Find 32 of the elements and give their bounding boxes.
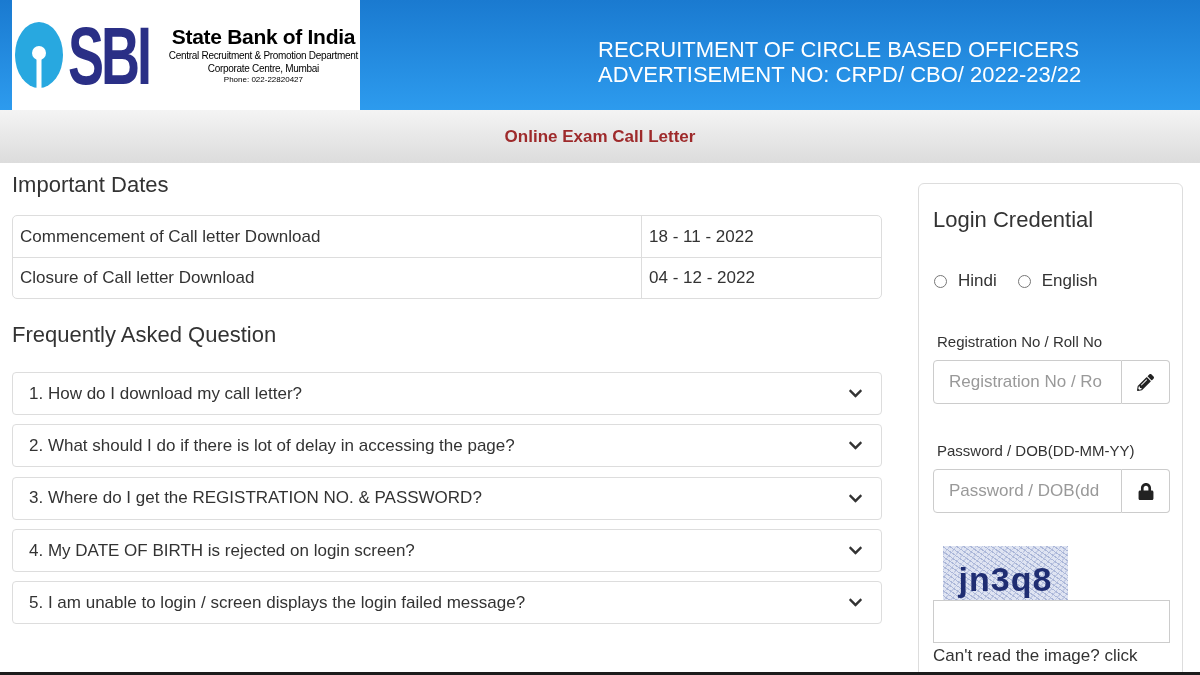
keyhole-emblem-icon bbox=[15, 22, 63, 88]
table-cell: Commencement of Call letter Download bbox=[13, 216, 642, 257]
captcha-input[interactable] bbox=[933, 600, 1170, 643]
section-heading: Important Dates bbox=[12, 172, 170, 198]
field-label: Password / DOB(DD-MM-YY) bbox=[937, 442, 1136, 460]
help-text: Can't read the image? click bbox=[933, 646, 1139, 666]
department-name: Central Recruitment & Promotion Department bbox=[168, 49, 358, 62]
pencil-icon bbox=[1137, 373, 1154, 391]
faq-item[interactable]: 3. Where do I get the REGISTRATION NO. & PASSWORD? bbox=[12, 476, 882, 520]
logo-wordmark: SBI bbox=[68, 14, 150, 96]
section-heading: Frequently Asked Question bbox=[12, 322, 278, 348]
table-cell-text: 04 - 12 - 2022 bbox=[648, 267, 756, 290]
radio-label: English bbox=[1041, 270, 1098, 293]
faq-item[interactable]: 1. How do I download my call letter? bbox=[12, 372, 882, 415]
faq-item[interactable]: 5. I am unable to login / screen displays the login failed message? bbox=[12, 581, 882, 624]
radio-label: Hindi bbox=[958, 270, 997, 293]
table-cell: Closure of Call letter Download bbox=[13, 258, 642, 298]
faq-item[interactable]: 2. What should I do if there is lot of delay in accessing the page? bbox=[12, 424, 882, 468]
lock-icon bbox=[1137, 482, 1154, 500]
bank-name: State Bank of India bbox=[171, 25, 356, 49]
office-name: Corporate Centre, Mumbai bbox=[207, 62, 319, 75]
registration-input[interactable]: Registration No / Ro bbox=[933, 360, 1122, 404]
password-input[interactable]: Password / DOB(dd bbox=[933, 469, 1122, 513]
captcha-text: jn3q8 bbox=[958, 559, 1053, 600]
header-title-line: RECRUITMENT OF CIRCLE BASED OFFICERS bbox=[598, 37, 1081, 62]
phone-number: Phone: 022-22820427 bbox=[223, 75, 303, 85]
faq-item[interactable]: 4. My DATE OF BIRTH is rejected on login screen? bbox=[12, 528, 882, 572]
page-title: Online Exam Call Letter bbox=[504, 125, 696, 148]
card-heading: Login Credential bbox=[933, 207, 1095, 233]
table-cell-text: 18 - 11 - 2022 bbox=[648, 225, 755, 248]
field-label: Registration No / Roll No bbox=[937, 333, 1104, 351]
header-title-line: ADVERTISEMENT NO: CRPD/ CBO/ 2022-23/22 bbox=[598, 62, 1082, 87]
